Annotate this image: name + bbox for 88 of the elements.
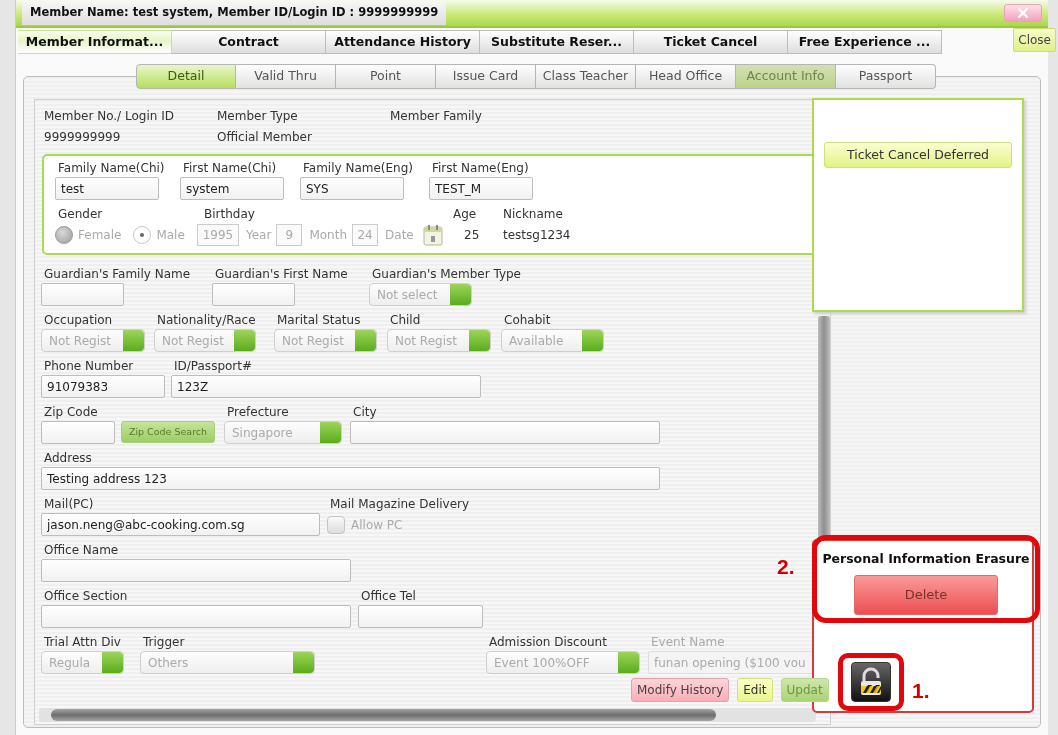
section-title: Personal Information Erasure	[821, 550, 1031, 568]
field-value: 25	[464, 228, 480, 242]
step-number: 1.	[912, 678, 930, 704]
field-label: Member No./ Login ID	[44, 109, 174, 123]
field-label: Member Type	[217, 109, 298, 123]
unit-label: Date	[385, 227, 414, 244]
field-label: Member Family	[390, 109, 482, 123]
field-label: Nickname	[502, 206, 564, 223]
field-label: Event Name	[650, 634, 726, 651]
text-field[interactable]: test	[55, 177, 159, 200]
field-label: Mail(PC)	[43, 496, 95, 513]
tab[interactable]: Substitute Reser...	[480, 30, 634, 54]
close-button[interactable]	[1004, 4, 1042, 22]
field-label: Trial Attn Div	[43, 634, 122, 651]
field-label: Office Tel	[360, 588, 417, 605]
horizontal-scrollbar[interactable]	[39, 708, 816, 722]
text-field[interactable]	[41, 283, 124, 306]
field-label: Address	[43, 450, 93, 467]
field-label: Admission Discount	[488, 634, 608, 651]
radio-button[interactable]	[55, 226, 73, 244]
text-field[interactable]: TEST_M	[429, 177, 533, 200]
edit-button[interactable]: Edit	[737, 678, 773, 702]
checkbox-label: Allow PC	[351, 516, 403, 534]
field-label: First Name(Eng)	[431, 160, 530, 177]
field-label: Phone Number	[43, 358, 135, 375]
text-field[interactable]: 123Z	[171, 375, 481, 398]
text-field[interactable]	[358, 605, 483, 628]
field-label: Age	[452, 206, 478, 223]
field-label: Child	[389, 312, 422, 329]
sub-tab[interactable]: Valid Thru	[236, 64, 336, 89]
text-field[interactable]: 91079383	[41, 375, 165, 398]
tab[interactable]: Member Informat...	[18, 30, 172, 54]
field-label: First Name(Chi)	[182, 160, 278, 177]
field-value: testsg1234	[503, 228, 571, 242]
field-label: Cohabit	[503, 312, 552, 329]
text-field[interactable]: SYS	[300, 177, 404, 200]
sub-tab[interactable]: Passport	[836, 64, 936, 89]
field-label: Family Name(Chi)	[57, 160, 166, 177]
text-field[interactable]: jason.neng@abc-cooking.com.sg	[41, 513, 320, 536]
text-field[interactable]	[212, 283, 295, 306]
field-label: Prefecture	[226, 404, 290, 421]
field-label: Trigger	[142, 634, 186, 651]
text-field[interactable]: system	[180, 177, 284, 200]
text-field[interactable]	[41, 605, 351, 628]
window-title: Member Name: test system, Member ID/Login ID : 9999999999	[22, 1, 447, 25]
close-icon	[1017, 7, 1029, 19]
field-label: Zip Code	[43, 404, 99, 421]
field-label: Mail Magazine Delivery	[329, 496, 471, 513]
text-field[interactable]	[41, 559, 351, 582]
lock-icon	[858, 667, 884, 697]
field-label: Guardian's Member Type	[371, 266, 522, 283]
field-label: Guardian's First Name	[214, 266, 349, 283]
field-value: Official Member	[217, 130, 312, 144]
step-number: 2.	[777, 554, 795, 580]
unit-label: Year	[246, 227, 272, 244]
lock-button[interactable]	[851, 662, 891, 702]
sub-tab[interactable]: Point	[336, 64, 436, 89]
field-label: Guardian's Family Name	[43, 266, 192, 283]
field-label: Gender	[57, 206, 104, 223]
history-button[interactable]: Modify History	[631, 678, 730, 702]
field-label: City	[352, 404, 378, 421]
radio-label: Male	[156, 227, 185, 244]
tab[interactable]: Free Experience ...	[788, 30, 942, 54]
text-field[interactable]: Testing address 123	[41, 467, 660, 490]
field-label: Occupation	[43, 312, 114, 329]
tab[interactable]: Attendance History	[326, 30, 480, 54]
sub-tab[interactable]: Issue Card	[436, 64, 536, 89]
tab[interactable]: Ticket Cancel	[634, 30, 788, 54]
sub-tab[interactable]: Class Teacher	[536, 64, 636, 89]
field-label: Birthday	[203, 206, 256, 223]
field-value: 9999999999	[44, 130, 121, 144]
unit-label: Month	[309, 227, 348, 244]
text-field[interactable]	[350, 421, 660, 444]
field-label: Family Name(Eng)	[302, 160, 414, 177]
radio-button[interactable]	[133, 226, 152, 244]
ticket-cancel-deferred-button[interactable]: Ticket Cancel Deferred	[824, 142, 1012, 168]
text-field[interactable]	[41, 421, 115, 444]
field-label: Nationality/Race	[156, 312, 257, 329]
sub-tab[interactable]: Detail	[136, 64, 236, 89]
close-button[interactable]: Close	[1013, 28, 1056, 52]
sub-tab[interactable]: Head Office	[636, 64, 736, 89]
field-label: Office Name	[43, 542, 120, 559]
field-label: ID/Passport#	[173, 358, 254, 375]
tab[interactable]: Contract	[172, 30, 326, 54]
radio-label: Female	[78, 227, 122, 244]
field-label: Office Section	[43, 588, 129, 605]
field-label: Marital Status	[276, 312, 362, 329]
vertical-scrollbar[interactable]	[818, 316, 830, 538]
